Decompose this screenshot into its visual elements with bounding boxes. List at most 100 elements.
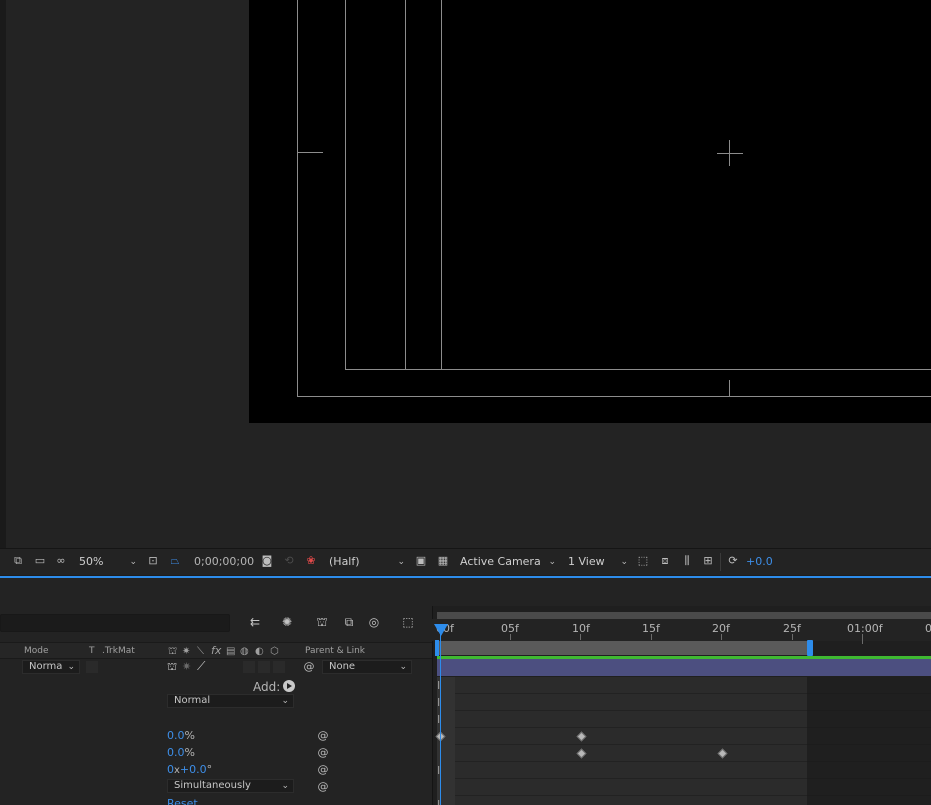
time-navigator[interactable]	[437, 612, 931, 619]
pick-whip-icon[interactable]: @	[317, 763, 329, 776]
pick-whip-icon[interactable]: @	[303, 660, 315, 673]
property-track[interactable]	[437, 762, 807, 779]
layer-search-input[interactable]	[0, 614, 230, 632]
transparency-grid-icon[interactable]: ▦	[436, 554, 450, 568]
fast-preview-icon[interactable]: ▣	[414, 554, 428, 568]
chevron-down-icon: ⌄	[281, 696, 289, 706]
property-track[interactable]	[437, 728, 807, 745]
resolution-select[interactable]: (Half) ⌄	[326, 553, 408, 571]
graph-editor-icon[interactable]: ⬚	[399, 614, 417, 630]
property-1-number[interactable]: 0.0	[167, 729, 185, 742]
rotation-degrees[interactable]: +0.0	[180, 763, 207, 776]
blend-mode-select[interactable]: Normal ⌄	[167, 694, 294, 708]
property-track-outside	[807, 677, 931, 694]
view-layout-select[interactable]: 1 View ⌄	[565, 553, 631, 571]
mask-visibility-icon[interactable]: ∞	[54, 554, 68, 568]
collapse-switch-icon[interactable]: ✷	[182, 660, 191, 673]
work-area-end-handle[interactable]	[807, 640, 813, 656]
property-2-unit: %	[184, 746, 195, 759]
shy-switch-icon[interactable]: ⛫	[167, 660, 177, 675]
layer-duration-bar[interactable]	[437, 659, 931, 676]
work-area-bar[interactable]	[437, 641, 810, 655]
pick-whip-icon[interactable]: @	[317, 746, 329, 759]
property-track-outside	[807, 745, 931, 762]
property-value-2[interactable]: 0.0%	[167, 746, 195, 759]
mode-column-header[interactable]: Mode	[24, 646, 49, 656]
blend-mode-value: Normal	[174, 695, 211, 706]
chevron-down-icon: ⌄	[548, 557, 556, 567]
region-of-interest-icon[interactable]: ⊡	[146, 554, 160, 568]
anchor-mode-value: Simultaneously	[174, 780, 251, 791]
current-time-display[interactable]: 0;00;00;00	[191, 553, 254, 571]
property-track[interactable]	[437, 711, 807, 728]
mask-path-icon[interactable]: ⏢	[168, 554, 182, 568]
exposure-value[interactable]: +0.0	[746, 555, 773, 568]
flowchart-icon[interactable]: ⊞	[701, 554, 715, 568]
property-track-outside	[807, 762, 931, 779]
property-2-number[interactable]: 0.0	[167, 746, 185, 759]
track-matte-column-header[interactable]: .TrkMat	[102, 646, 135, 656]
frame-blend-switch-icon[interactable]: ▤	[226, 646, 235, 657]
anchor-mode-select[interactable]: Simultaneously ⌄	[167, 779, 294, 793]
hide-shy-layers-icon[interactable]: ⛫	[313, 614, 331, 630]
parent-select[interactable]: None ⌄	[322, 660, 412, 674]
chevron-down-icon: ⌄	[281, 781, 289, 791]
center-cut-guide-1	[405, 0, 406, 370]
property-track[interactable]	[437, 779, 807, 796]
magnification-select[interactable]: 50% ⌄	[76, 553, 140, 571]
property-track[interactable]	[437, 796, 807, 805]
ruler-tick	[580, 634, 581, 640]
pick-whip-icon[interactable]: @	[317, 729, 329, 742]
color-channel-icon[interactable]: ❀	[304, 554, 318, 568]
pick-whip-icon[interactable]: @	[317, 780, 329, 793]
current-time-indicator-line[interactable]	[440, 634, 441, 805]
draft-3d-icon[interactable]: ✺	[278, 614, 296, 630]
property-track[interactable]	[437, 745, 807, 762]
comp-mini-flowchart-icon[interactable]: ⇇	[246, 614, 264, 630]
center-cut-guide-2	[441, 0, 442, 370]
motion-blur-icon[interactable]: ◎	[365, 614, 383, 630]
work-area-start-handle[interactable]	[435, 640, 439, 656]
camera-view-select[interactable]: Active Camera ⌄	[457, 553, 559, 571]
frame-blending-icon[interactable]: ⧉	[340, 614, 358, 630]
chevron-down-icon: ⌄	[399, 662, 407, 672]
rotation-turns[interactable]: 0	[167, 763, 174, 776]
reset-link[interactable]: Reset	[167, 797, 198, 805]
preserve-transparency-column-header[interactable]: T	[89, 646, 95, 656]
resolution-value: (Half)	[329, 555, 360, 568]
snapshot-icon[interactable]: ◙	[260, 554, 274, 568]
adjustment-layer-switch-icon[interactable]: ◐	[255, 646, 264, 657]
3d-layer-checkbox[interactable]	[273, 661, 285, 673]
ruler-tick	[651, 634, 652, 640]
current-time-indicator[interactable]	[434, 624, 448, 636]
ruler-tick-label: 01:00f	[847, 622, 883, 635]
parent-link-column-header[interactable]: Parent & Link	[305, 646, 365, 656]
reset-exposure-icon[interactable]: ⟳	[726, 554, 740, 568]
monitor-icon[interactable]: ▭	[33, 554, 47, 568]
3d-layer-switch-icon[interactable]: ⬡	[270, 646, 279, 657]
motion-blur-checkbox[interactable]	[243, 661, 255, 673]
motion-blur-switch-icon[interactable]: ◍	[240, 646, 249, 657]
layer-row[interactable]: Norma ⌄ ⛫ ✷ ⟋ @ None ⌄	[0, 659, 432, 676]
property-track[interactable]	[437, 694, 807, 711]
layer-mode-select[interactable]: Norma ⌄	[22, 660, 80, 674]
timeline-icon[interactable]: ⫼	[680, 554, 694, 568]
collapse-switch-icon[interactable]: ✷	[182, 646, 190, 657]
adjustment-layer-checkbox[interactable]	[258, 661, 270, 673]
shy-switch-icon[interactable]: ⛫	[168, 646, 177, 659]
property-track[interactable]	[437, 677, 807, 694]
quality-switch-icon[interactable]: ⟋	[197, 659, 205, 674]
property-value-1[interactable]: 0.0%	[167, 729, 195, 742]
property-track-outside	[807, 779, 931, 796]
preserve-transparency-checkbox[interactable]	[86, 661, 98, 673]
toggle-3d-icon[interactable]: ⧈	[658, 554, 672, 568]
show-snapshot-icon[interactable]: ⟲	[282, 554, 296, 568]
quality-switch-icon[interactable]: ⟍	[197, 646, 204, 657]
magnification-value: 50%	[79, 555, 104, 568]
3d-draft-icon[interactable]: ⬚	[636, 554, 650, 568]
always-preview-icon[interactable]: ⧉	[11, 554, 25, 568]
composition-frame[interactable]	[249, 0, 931, 423]
add-property-button[interactable]	[283, 680, 295, 692]
effects-switch-icon[interactable]: fx	[211, 644, 221, 657]
rotation-value[interactable]: 0x+0.0°	[167, 763, 212, 776]
